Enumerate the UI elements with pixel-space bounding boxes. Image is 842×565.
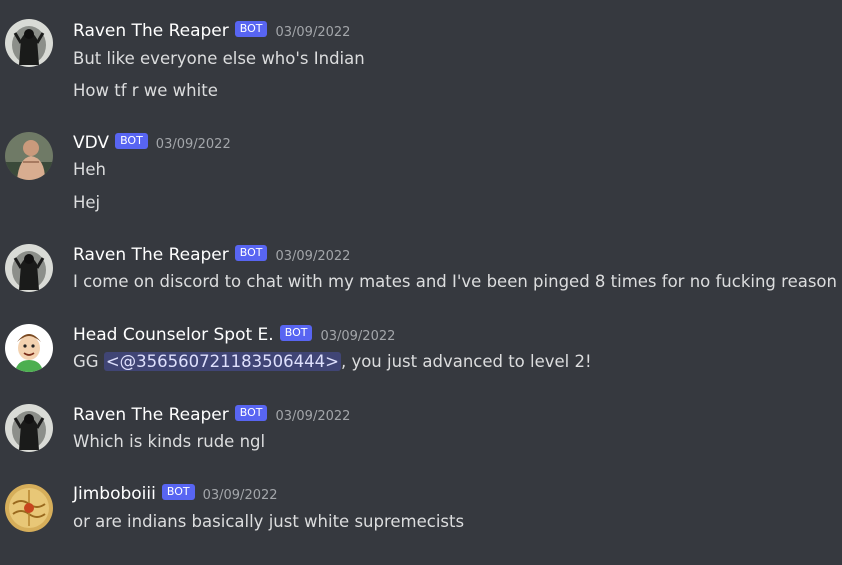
message-text: Which is kinds rude ngl [73, 432, 266, 451]
bot-tag: BOT [115, 133, 148, 149]
timestamp[interactable]: 03/09/2022 [275, 25, 350, 40]
message-header: Raven The Reaper BOT 03/09/2022 [73, 244, 350, 266]
message-header: Head Counselor Spot E. BOT 03/09/2022 [73, 324, 395, 346]
message-text: But like everyone else who's Indian [73, 49, 365, 68]
person-photo-avatar[interactable] [5, 132, 53, 180]
username[interactable]: Raven The Reaper [73, 20, 229, 42]
dark-figure-avatar[interactable] [5, 404, 53, 452]
message-header: Jimboboiii BOT 03/09/2022 [73, 483, 278, 505]
message-text: or are indians basically just white supr… [73, 512, 465, 531]
message-text: GG <@356560721183506444>, you just advan… [73, 351, 592, 373]
message-text: Hej [73, 193, 101, 212]
dark-figure-avatar[interactable] [5, 244, 53, 292]
bot-tag: BOT [234, 21, 268, 37]
cartoon-boy-avatar[interactable] [5, 324, 53, 372]
username[interactable]: VDV [73, 132, 109, 154]
user-mention[interactable]: <@356560721183506444> [103, 352, 341, 371]
timestamp[interactable]: 03/09/2022 [156, 137, 231, 152]
message-text: How tf r we white [73, 81, 218, 100]
dark-figure-avatar[interactable] [5, 19, 53, 67]
timestamp[interactable]: 03/09/2022 [275, 409, 350, 424]
message-text-prefix: GG [73, 352, 104, 371]
username[interactable]: Raven The Reaper [73, 404, 229, 426]
message-header: Raven The Reaper BOT 03/09/2022 [73, 20, 350, 42]
timestamp[interactable]: 03/09/2022 [320, 329, 395, 344]
username[interactable]: Raven The Reaper [73, 244, 229, 266]
timestamp[interactable]: 03/09/2022 [275, 249, 350, 264]
message-text-suffix: , you just advanced to level 2! [340, 352, 592, 371]
message-header: Raven The Reaper BOT 03/09/2022 [73, 404, 350, 426]
username[interactable]: Jimboboiii [73, 483, 156, 505]
bot-tag: BOT [161, 484, 195, 500]
timestamp[interactable]: 03/09/2022 [203, 488, 278, 503]
chat-message-list: Raven The Reaper BOT 03/09/2022 But like… [0, 0, 842, 565]
message-header: VDV BOT 03/09/2022 [73, 132, 231, 154]
bot-tag: BOT [279, 325, 313, 341]
message-text: Heh [73, 160, 107, 179]
bot-tag: BOT [234, 405, 268, 421]
message-text: I come on discord to chat with my mates … [73, 272, 837, 291]
golden-map-avatar[interactable] [5, 484, 53, 532]
bot-tag: BOT [234, 245, 268, 261]
username[interactable]: Head Counselor Spot E. [73, 324, 274, 346]
